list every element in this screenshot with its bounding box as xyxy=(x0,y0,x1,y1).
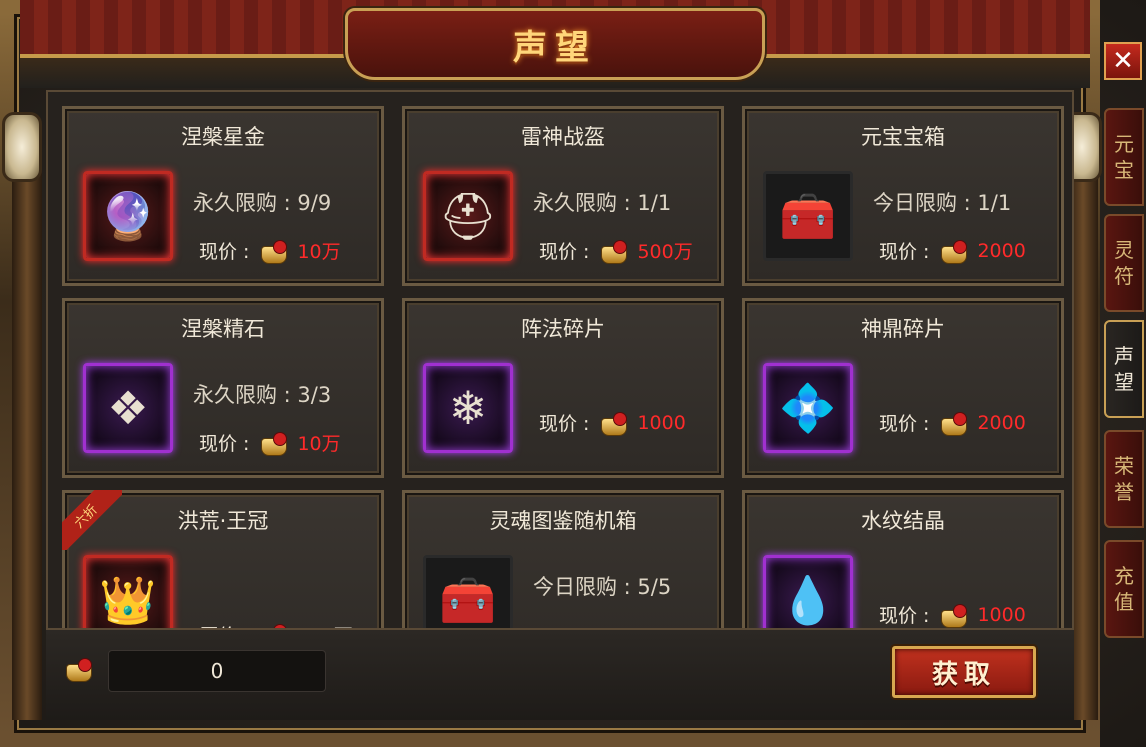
side-tab-char: 望 xyxy=(1114,370,1134,394)
price-value: 500万 xyxy=(637,241,693,263)
crystal-shard-icon: ❄ xyxy=(448,381,488,435)
price-label: 现价 : xyxy=(539,413,590,435)
shop-item-card[interactable]: 元宝宝箱 🧰 今日限购 : 1/1 现价 : 2000 xyxy=(742,106,1064,286)
wooden-chest-icon: 🧰 xyxy=(439,573,497,627)
item-name: 阵法碎片 xyxy=(521,317,605,341)
item-icon-frame[interactable]: ❄ xyxy=(423,363,513,453)
side-tab-char: 荣 xyxy=(1114,454,1134,478)
purchase-limit: 今日限购 : 5/5 xyxy=(533,575,672,599)
side-tab-1[interactable]: 元宝 xyxy=(1104,108,1144,206)
price-row: 现价 : 1000 xyxy=(539,409,686,436)
price-value: 10万 xyxy=(297,433,341,455)
water-crystal-icon: 💧 xyxy=(779,573,837,627)
purple-flame-icon: 🔮 xyxy=(99,189,157,243)
lantern-left-icon xyxy=(2,112,42,182)
price-label: 现价 : xyxy=(539,241,590,263)
shop-panel: 涅槃星金 🔮 永久限购 : 9/9 现价 : 10万 雷神战盔 ⛑ 永久限购 : 1/1 现价 … xyxy=(46,90,1074,670)
side-tab-5[interactable]: 充值 xyxy=(1104,540,1144,638)
price-row: 现价 : 10万 xyxy=(199,237,341,264)
item-name: 元宝宝箱 xyxy=(861,125,945,149)
shop-item-card[interactable]: 涅槃精石 ❖ 永久限购 : 3/3 现价 : 10万 xyxy=(62,298,384,478)
side-tab-char: 宝 xyxy=(1114,158,1134,182)
left-pillar xyxy=(12,160,42,720)
item-name: 涅槃星金 xyxy=(181,125,265,149)
balance-display: 0 xyxy=(108,650,326,692)
shop-item-card[interactable]: 雷神战盔 ⛑ 永久限购 : 1/1 现价 : 500万 xyxy=(402,106,724,286)
item-icon-frame[interactable]: 🧰 xyxy=(763,171,853,261)
item-icon-frame[interactable]: 💠 xyxy=(763,363,853,453)
item-icon-frame[interactable]: ⛑ xyxy=(423,171,513,261)
item-icon-frame[interactable]: 🔮 xyxy=(83,171,173,261)
blue-diamond-icon: 💠 xyxy=(779,381,837,435)
ingot-currency-icon xyxy=(259,430,288,456)
side-tab-char: 值 xyxy=(1114,590,1134,614)
purchase-limit: 永久限购 : 1/1 xyxy=(533,191,672,215)
shop-item-card[interactable]: 神鼎碎片 💠 现价 : 2000 xyxy=(742,298,1064,478)
ingot-currency-icon xyxy=(599,238,628,264)
side-tab-char: 声 xyxy=(1114,344,1134,368)
price-value: 2000 xyxy=(977,239,1026,262)
side-tab-4[interactable]: 荣誉 xyxy=(1104,430,1144,528)
price-value: 1000 xyxy=(977,603,1026,626)
price-label: 现价 : xyxy=(199,241,250,263)
ingot-currency-icon xyxy=(939,410,968,436)
ingot-currency-icon xyxy=(599,410,628,436)
item-name: 灵魂图鉴随机箱 xyxy=(489,509,637,533)
purchase-limit: 永久限购 : 9/9 xyxy=(193,191,332,215)
price-value: 1000 xyxy=(637,411,686,434)
price-label: 现价 : xyxy=(879,605,930,627)
purchase-limit: 永久限购 : 3/3 xyxy=(193,383,332,407)
price-row: 现价 : 10万 xyxy=(199,429,341,456)
ingot-currency-icon xyxy=(939,238,968,264)
price-label: 现价 : xyxy=(879,241,930,263)
side-tab-char: 元 xyxy=(1114,132,1134,156)
price-row: 现价 : 2000 xyxy=(879,409,1026,436)
price-row: 现价 : 500万 xyxy=(539,237,693,264)
ingot-currency-icon xyxy=(939,602,968,628)
bottom-bar: 0 获取 xyxy=(46,628,1074,720)
side-tab-2[interactable]: 灵符 xyxy=(1104,214,1144,312)
treasure-chest-icon: 🧰 xyxy=(779,189,837,243)
price-row: 现价 : 2000 xyxy=(879,237,1026,264)
gold-helmet-icon: ⛑ xyxy=(438,189,498,243)
price-label: 现价 : xyxy=(879,413,930,435)
item-name: 神鼎碎片 xyxy=(861,317,945,341)
item-name: 洪荒·王冠 xyxy=(177,509,269,533)
item-name: 雷神战盔 xyxy=(521,125,605,149)
game-screen: 声望 ✕ 元宝灵符声望荣誉充值 涅槃星金 🔮 永久限购 : 9/9 现价 :10万 雷神… xyxy=(0,0,1146,747)
green-gem-icon: ❖ xyxy=(107,381,149,435)
item-name: 涅槃精石 xyxy=(181,317,265,341)
price-value: 10万 xyxy=(297,241,341,263)
close-button[interactable]: ✕ xyxy=(1104,42,1142,80)
item-name: 水纹结晶 xyxy=(861,509,945,533)
shop-item-card[interactable]: 涅槃星金 🔮 永久限购 : 9/9 现价 : 10万 xyxy=(62,106,384,286)
ingot-currency-icon xyxy=(259,238,288,264)
title-plaque: 声望 xyxy=(345,8,765,80)
price-value: 2000 xyxy=(977,411,1026,434)
price-label: 现价 : xyxy=(199,433,250,455)
obtain-button[interactable]: 获取 xyxy=(892,646,1036,698)
purchase-limit: 今日限购 : 1/1 xyxy=(873,191,1012,215)
side-tab-char: 充 xyxy=(1114,564,1134,588)
item-icon-frame[interactable]: ❖ xyxy=(83,363,173,453)
ingot-currency-icon xyxy=(64,656,92,682)
side-tab-3[interactable]: 声望 xyxy=(1104,320,1144,418)
page-title: 声望 xyxy=(513,27,597,68)
shop-item-card[interactable]: 阵法碎片 ❄ 现价 : 1000 xyxy=(402,298,724,478)
side-tab-char: 灵 xyxy=(1114,238,1134,262)
crown-icon: 👑 xyxy=(99,573,157,627)
price-row: 现价 : 1000 xyxy=(879,601,1026,628)
side-tab-char: 符 xyxy=(1114,264,1134,288)
side-tab-char: 誉 xyxy=(1114,480,1134,504)
